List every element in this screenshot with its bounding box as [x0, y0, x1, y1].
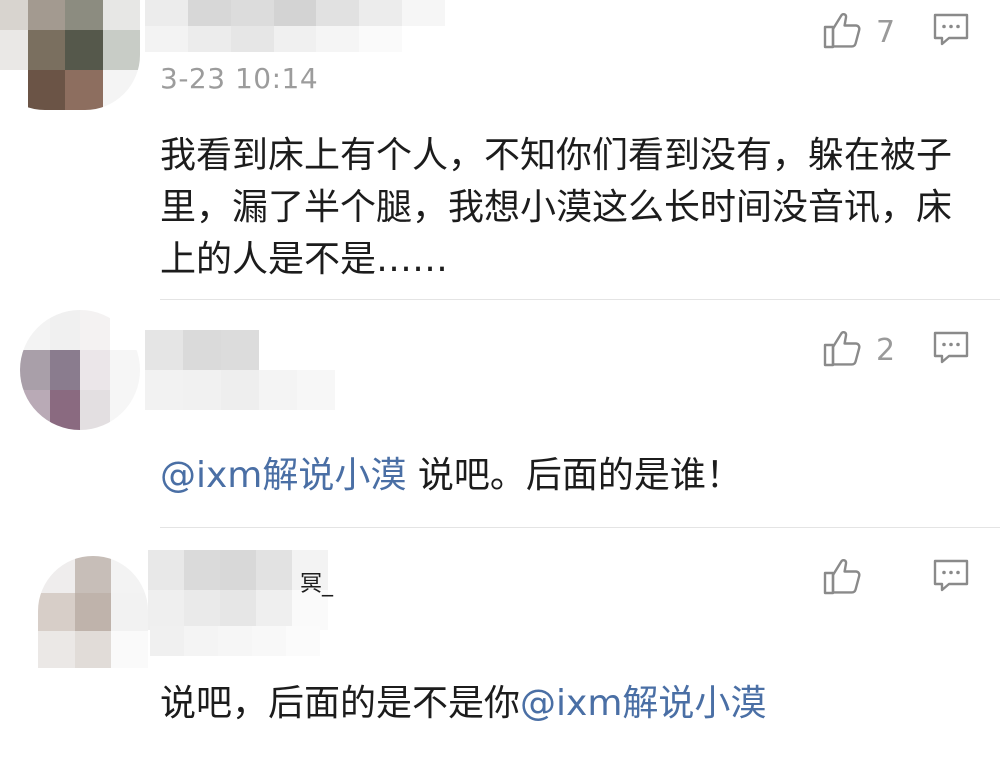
comment-bubble-icon	[932, 330, 970, 370]
username-fragment: 冥_	[300, 572, 334, 597]
mention-link[interactable]: @ixm解说小漠	[520, 683, 766, 724]
comment-actions	[822, 558, 970, 598]
comment-text-body: 说吧，后面的是不是你	[160, 683, 521, 724]
comment-item: 2 @ixm解说小漠 说吧。后面的是谁！	[0, 300, 1000, 528]
reply-button[interactable]	[932, 330, 970, 370]
like-button[interactable]	[822, 556, 898, 600]
comment-timestamp: 3-23 10:14	[160, 62, 319, 95]
like-button[interactable]: 7	[822, 10, 898, 54]
comment-text-body: 说吧。后面的是谁！	[406, 455, 742, 496]
comment-text: @ixm解说小漠 说吧。后面的是谁！	[160, 450, 962, 502]
like-count: 7	[876, 14, 896, 50]
mention-link[interactable]: @ixm解说小漠	[160, 455, 406, 496]
thumbs-up-icon	[822, 556, 864, 600]
avatar[interactable]	[0, 0, 140, 110]
comment-list: 3-23 10:14 7 我看到床上有个人，不知你们看到没有，躲在被子里，漏了半…	[0, 0, 1000, 757]
timestamp-blurred	[150, 626, 320, 656]
thumbs-up-icon	[822, 10, 864, 54]
username-blurred[interactable]	[145, 330, 335, 410]
avatar[interactable]	[20, 310, 140, 430]
comment-item: 冥_ 说吧，后面的是不是你@ixm解说小漠	[0, 528, 1000, 757]
reply-button[interactable]	[932, 12, 970, 52]
thumbs-up-icon	[822, 328, 864, 372]
reply-button[interactable]	[932, 558, 970, 598]
comment-bubble-icon	[932, 558, 970, 598]
username-blurred[interactable]	[145, 0, 445, 52]
comment-item: 3-23 10:14 7 我看到床上有个人，不知你们看到没有，躲在被子里，漏了半…	[0, 0, 1000, 300]
comment-actions: 2	[822, 330, 970, 370]
like-count: 2	[876, 332, 896, 368]
comment-text: 说吧，后面的是不是你@ixm解说小漠	[160, 678, 962, 730]
like-button[interactable]: 2	[822, 328, 898, 372]
avatar[interactable]	[38, 556, 148, 668]
comment-text: 我看到床上有个人，不知你们看到没有，躲在被子里，漏了半个腿，我想小漠这么长时间没…	[160, 135, 953, 280]
comment-bubble-icon	[932, 12, 970, 52]
comment-actions: 7	[822, 12, 970, 52]
